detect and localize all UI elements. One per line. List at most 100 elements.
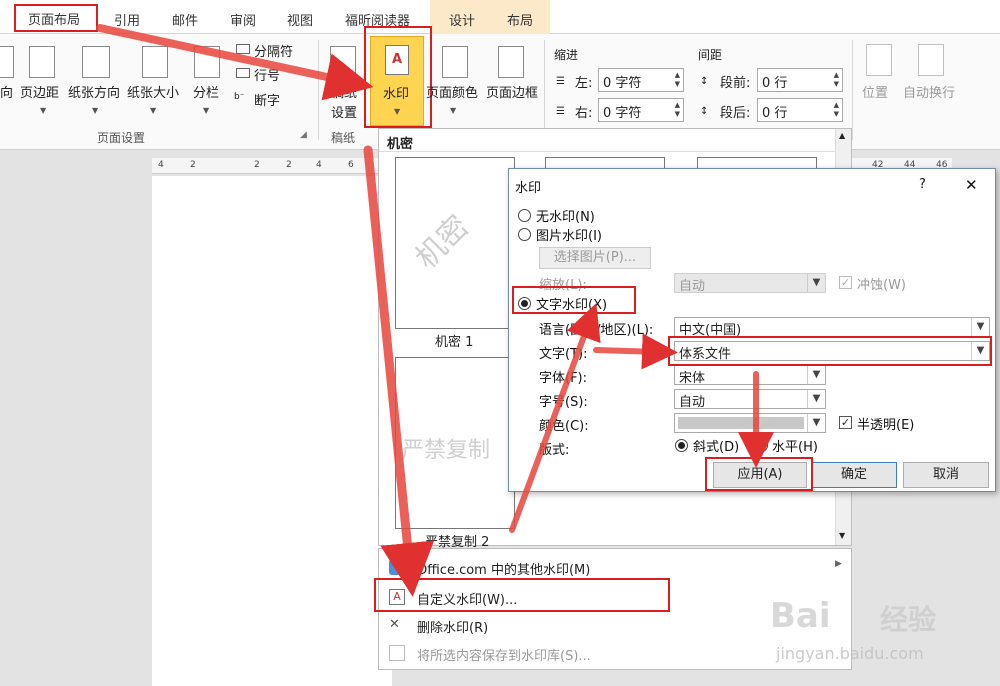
scale-label: 缩放(L): [539,278,587,293]
thumb-label: 机密 1 [435,335,474,350]
chevron-down-icon[interactable]: ▼ [807,414,825,432]
chevron-down-icon: ▼ [92,106,99,115]
ruler-tick: 4 [158,160,164,170]
baidu-logo-text: 经验 [880,603,937,636]
scroll-up-icon[interactable]: ▲ [839,131,845,140]
close-icon[interactable]: ✕ [965,176,978,194]
position-icon [866,44,892,76]
language-select[interactable]: 中文(中国) ▼ [674,317,990,338]
spin-arrows-icon[interactable]: ▲ ▼ [834,101,839,119]
indent-right-spinner[interactable]: 0 字符 ▲ ▼ [598,98,684,122]
semitransparent-checkbox[interactable]: ✓ [839,416,852,429]
tab-foxit-reader[interactable]: 福昕阅读器 [345,10,410,29]
size-button[interactable]: 纸张大小 [127,82,179,101]
spacing-before-label: 段前: [720,76,751,91]
picture-watermark-radio[interactable] [518,228,531,241]
text-combobox[interactable]: 体系文件 ▼ [674,341,990,362]
indent-left-spinner[interactable]: 0 字符 ▲ ▼ [598,68,684,92]
position-button[interactable]: 位置 [862,82,888,101]
chevron-down-icon[interactable]: ▼ [971,318,989,336]
menu-item-label: Office.com 中的其他水印(M) [417,563,591,578]
watermark-icon: A [385,45,409,75]
spin-arrows-icon[interactable]: ▲ ▼ [834,71,839,89]
line-numbers-button[interactable]: 行号 [254,65,280,84]
no-watermark-radio[interactable] [518,209,531,222]
menu-item-more-watermarks[interactable]: Office.com 中的其他水印(M) ▶ [379,553,851,581]
language-label: 语言(国家/地区)(L): [539,323,654,338]
menu-item-label: 删除水印(R) [417,621,489,636]
indent-left-value: 0 字符 [603,76,642,91]
font-select[interactable]: 宋体 ▼ [674,365,826,386]
spacing-before-spinner[interactable]: 0 行 ▲ ▼ [757,68,843,92]
orientation-button[interactable]: 纸张方向 [68,82,120,101]
margins-button[interactable]: 页边距 [20,82,59,101]
washout-checkbox[interactable]: ✓ [839,276,852,289]
picture-watermark-label: 图片水印(I) [536,229,602,244]
page-color-button[interactable]: 页面颜色 [426,82,478,101]
draft-paper-button-line2[interactable]: 设置 [331,102,357,121]
horizontal-radio[interactable] [755,439,768,452]
chevron-down-icon: ▼ [394,107,401,116]
apply-button[interactable]: 应用(A) [713,462,807,488]
color-select[interactable]: ▼ [674,413,826,433]
spacing-title: 间距 [698,48,723,62]
text-watermark-radio[interactable] [518,297,531,310]
chevron-down-icon[interactable]: ▼ [971,342,989,360]
gallery-divider [379,151,835,152]
diagonal-label: 斜式(D) [693,440,740,455]
page-border-button[interactable]: 页面边框 [486,82,538,101]
gallery-section-header: 机密 [387,137,414,152]
watermark-thumb-confidential-1[interactable]: 机密 [395,157,515,329]
orientation-icon [82,46,110,78]
ribbon-separator [544,40,545,140]
help-button[interactable]: ? [919,177,926,192]
chevron-down-icon[interactable]: ▼ [807,390,825,408]
tab-mailings[interactable]: 邮件 [172,10,198,29]
cancel-button[interactable]: 取消 [903,462,989,488]
dialog-launcher-icon[interactable]: ◢ [300,130,307,140]
spin-arrows-icon[interactable]: ▲ ▼ [675,101,680,119]
ok-button[interactable]: 确定 [811,462,897,488]
spacing-before-icon: ↕ [700,76,709,87]
page-color-icon [442,46,468,78]
breaks-button[interactable]: 分隔符 [254,41,293,60]
diagonal-radio[interactable] [675,439,688,452]
indent-right-icon: ☰ [556,106,565,117]
tab-references[interactable]: 引用 [114,10,140,29]
spacing-after-spinner[interactable]: 0 行 ▲ ▼ [757,98,843,122]
tab-page-layout[interactable]: 页面布局 [28,9,80,28]
watermark-thumb-no-copy-2[interactable]: 严禁复制 [395,357,515,529]
tab-design[interactable]: 设计 [449,10,475,29]
spin-arrows-icon[interactable]: ▲ ▼ [675,71,680,89]
chevron-down-icon: ▼ [203,106,210,115]
draft-group-label: 稿纸 [331,131,356,145]
tab-review[interactable]: 审阅 [230,10,256,29]
draft-paper-button-line1[interactable]: 稿纸 [331,82,357,101]
spacing-after-label: 段后: [720,106,751,121]
watermark-button[interactable]: A 水印 ▼ [370,36,424,126]
menu-item-label: 自定义水印(W)... [417,593,518,608]
tab-view[interactable]: 视图 [287,10,313,29]
page-setup-group-label: 页面设置 [97,131,146,145]
ribbon-tab-bar: 页面布局 引用 邮件 审阅 视图 福昕阅读器 设计 布局 [0,0,1000,34]
size-select[interactable]: 自动 ▼ [674,389,826,410]
scroll-down-icon[interactable]: ▼ [839,531,845,540]
indent-right-label: 右: [575,106,593,121]
chevron-down-icon[interactable]: ▼ [807,274,825,292]
chevron-down-icon: ▼ [40,106,47,115]
select-picture-button[interactable]: 选择图片(P)... [539,247,651,269]
document-page[interactable] [152,176,392,686]
no-watermark-label: 无水印(N) [536,210,595,225]
text-label: 文字(T): [539,347,588,362]
text-direction-button[interactable]: 向 [0,82,13,101]
wrap-text-icon [918,44,944,76]
chevron-down-icon[interactable]: ▼ [807,366,825,384]
wrap-text-button[interactable]: 自动换行 [903,82,955,101]
ruler-tick: 6 [348,160,354,170]
columns-button[interactable]: 分栏 [193,82,219,101]
tab-layout[interactable]: 布局 [507,10,533,29]
remove-watermark-icon: ✕ [389,617,400,632]
hyphenation-button[interactable]: 断字 [254,90,280,109]
thumb-watermark-text: 严禁复制 [402,438,491,463]
scale-select[interactable]: 自动 ▼ [674,273,826,294]
